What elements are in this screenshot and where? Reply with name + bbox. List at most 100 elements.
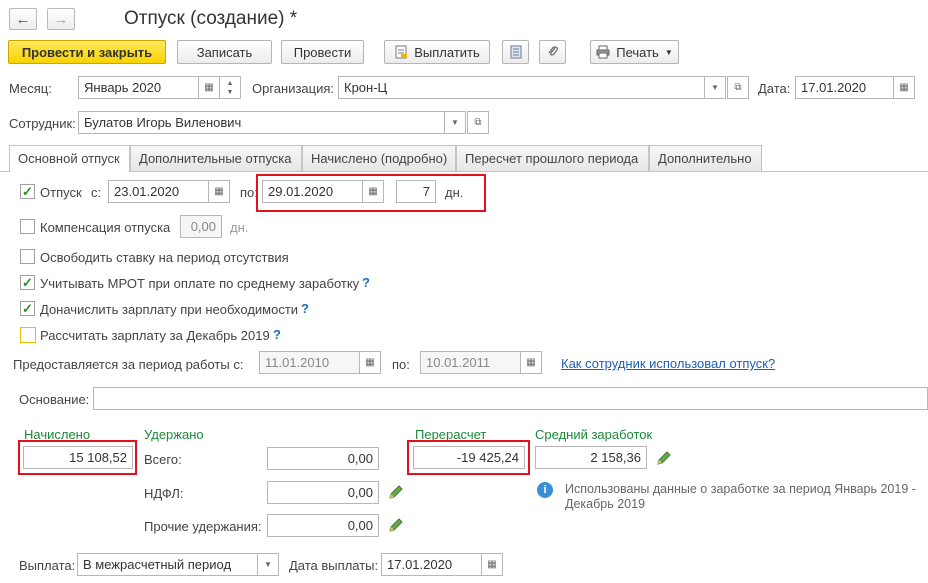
info-text-line2: Декабрь 2019 (565, 497, 646, 511)
organization-open-button[interactable]: ⧉ (727, 76, 749, 99)
date-field[interactable]: 17.01.2020 (795, 76, 895, 99)
highlight-accrued (18, 440, 137, 475)
avg-earnings-edit-icon[interactable] (656, 450, 672, 466)
calendar-icon: ▦ (214, 186, 224, 197)
date-label: Дата: (758, 81, 791, 96)
calendar-icon: ▦ (204, 82, 214, 93)
highlight-vacation-dates (256, 174, 486, 212)
attach-button[interactable] (539, 40, 566, 64)
basis-field[interactable] (93, 387, 928, 410)
tab-recalc-previous[interactable]: Пересчет прошлого периода (456, 145, 649, 171)
mrot-label: Учитывать МРОТ при оплате по среднему за… (40, 276, 360, 291)
calendar-icon: ▦ (487, 559, 497, 570)
post-button[interactable]: Провести (281, 40, 364, 64)
payout-date-label: Дата выплаты: (289, 558, 379, 573)
arrow-left-icon: ← (15, 10, 31, 28)
period-to-label: по: (392, 357, 410, 372)
date-calendar-button[interactable]: ▦ (893, 76, 915, 99)
chevron-down-icon: ▼ (664, 47, 673, 57)
save-button[interactable]: Записать (177, 40, 272, 64)
employee-open-button[interactable]: ⧉ (467, 111, 489, 134)
ndfl-edit-icon[interactable] (388, 484, 404, 500)
withheld-total-field[interactable]: 0,00 (267, 447, 379, 470)
print-button[interactable]: Печать ▼ (590, 40, 679, 64)
calendar-icon: ▦ (526, 357, 536, 368)
period-label: Предоставляется за период работы с: (13, 357, 244, 372)
info-icon: i (537, 482, 553, 498)
document-icon (395, 45, 408, 59)
report-button[interactable] (502, 40, 529, 64)
payout-label: Выплата: (19, 558, 76, 573)
employee-label: Сотрудник: (9, 116, 76, 131)
mrot-help-icon[interactable]: ? (362, 275, 370, 290)
other-withholdings-edit-icon[interactable] (388, 517, 404, 533)
chevron-down-icon: ▼ (226, 88, 234, 96)
payout-date-field[interactable]: 17.01.2020 (381, 553, 483, 576)
compensation-checkbox[interactable] (20, 219, 35, 234)
tab-additional-vacations[interactable]: Дополнительные отпуска (130, 145, 302, 171)
checkmark-icon: ✓ (22, 184, 33, 199)
month-label: Месяц: (9, 81, 52, 96)
tabs-divider (0, 171, 928, 172)
extra-salary-checkbox[interactable]: ✓ (20, 301, 35, 316)
payout-dropdown-button[interactable]: ▼ (257, 553, 279, 576)
post-and-close-button[interactable]: Провести и закрыть (8, 40, 166, 64)
tab-main-vacation[interactable]: Основной отпуск (9, 145, 130, 172)
tab-accrued-detailed[interactable]: Начислено (подробно) (302, 145, 456, 171)
month-calendar-button[interactable]: ▦ (198, 76, 220, 99)
period-from-calendar-button[interactable]: ▦ (359, 351, 381, 374)
december-salary-help-icon[interactable]: ? (273, 327, 281, 342)
ndfl-field[interactable]: 0,00 (267, 481, 379, 504)
info-text-line1: Использованы данные о заработке за перио… (565, 482, 916, 496)
employee-field[interactable]: Булатов Игорь Виленович (78, 111, 446, 134)
checkmark-icon: ✓ (22, 275, 33, 290)
avg-earnings-field[interactable]: 2 158,36 (535, 446, 647, 469)
extra-salary-label: Доначислить зарплату при необходимости (40, 302, 299, 317)
other-withholdings-field[interactable]: 0,00 (267, 514, 379, 537)
december-salary-label: Рассчитать зарплату за Декабрь 2019 (40, 328, 270, 343)
other-withholdings-label: Прочие удержания: (144, 519, 262, 534)
vacation-usage-link[interactable]: Как сотрудник использовал отпуск? (561, 356, 775, 371)
period-to-field[interactable]: 10.01.2011 (420, 351, 522, 374)
back-button[interactable]: ← (9, 8, 37, 30)
vacation-from-field[interactable]: 23.01.2020 (108, 180, 210, 203)
organization-field[interactable]: Крон-Ц (338, 76, 706, 99)
compensation-days-unit: дн. (230, 220, 249, 235)
forward-button[interactable]: → (47, 8, 75, 30)
payout-date-calendar-button[interactable]: ▦ (481, 553, 503, 576)
checkmark-icon: ✓ (22, 301, 33, 316)
vacation-from-label: с: (91, 185, 102, 200)
month-stepper[interactable]: ▲ ▼ (219, 76, 241, 99)
employee-dropdown-button[interactable]: ▼ (444, 111, 466, 134)
organization-dropdown-button[interactable]: ▼ (704, 76, 726, 99)
mrot-checkbox[interactable]: ✓ (20, 275, 35, 290)
paperclip-icon (548, 46, 558, 56)
withheld-total-label: Всего: (144, 452, 182, 467)
calendar-icon: ▦ (365, 357, 375, 368)
tab-additional[interactable]: Дополнительно (649, 145, 762, 171)
vacation-label: Отпуск (40, 185, 82, 200)
page-title: Отпуск (создание) * (124, 8, 298, 29)
vacation-checkbox[interactable]: ✓ (20, 184, 35, 199)
compensation-label: Компенсация отпуска (40, 220, 171, 235)
open-icon: ⧉ (734, 82, 742, 93)
open-icon: ⧉ (474, 117, 482, 128)
vacation-from-calendar-button[interactable]: ▦ (208, 180, 230, 203)
release-rate-checkbox[interactable] (20, 249, 35, 264)
calendar-icon: ▦ (899, 82, 909, 93)
organization-label: Организация: (252, 81, 335, 96)
month-field[interactable]: Январь 2020 (78, 76, 202, 99)
payout-field[interactable]: В межрасчетный период (77, 553, 259, 576)
chevron-up-icon: ▲ (226, 79, 234, 87)
december-salary-checkbox[interactable] (20, 327, 36, 343)
compensation-days-field[interactable]: 0,00 (180, 215, 222, 238)
extra-salary-help-icon[interactable]: ? (301, 301, 309, 316)
highlight-recalc (407, 440, 530, 475)
basis-label: Основание: (19, 392, 90, 407)
chevron-down-icon: ▼ (451, 118, 459, 127)
period-to-calendar-button[interactable]: ▦ (520, 351, 542, 374)
ndfl-label: НДФЛ: (144, 486, 184, 501)
pay-button[interactable]: Выплатить (384, 40, 490, 64)
period-from-field[interactable]: 11.01.2010 (259, 351, 361, 374)
chevron-down-icon: ▼ (264, 560, 272, 569)
